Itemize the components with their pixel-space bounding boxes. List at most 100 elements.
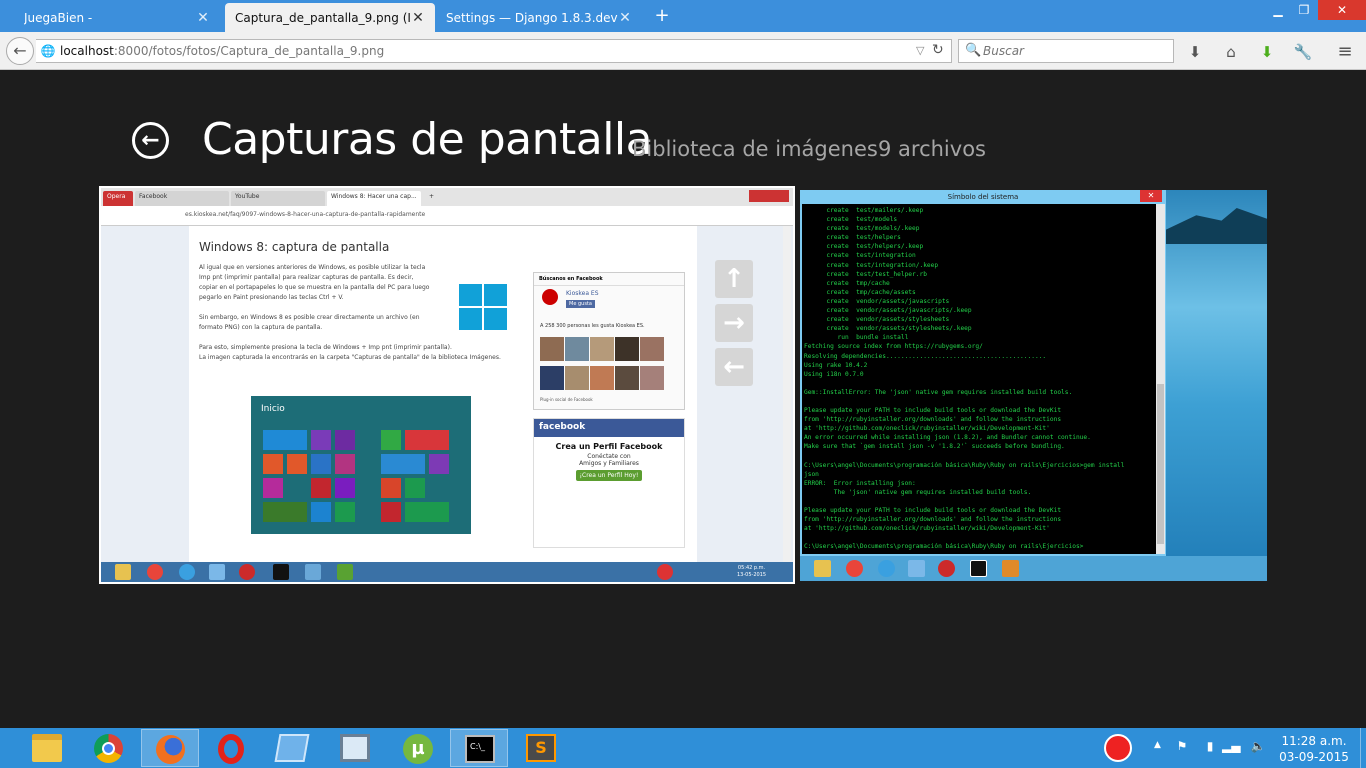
chrome-icon (846, 560, 863, 577)
firefox-icon (156, 735, 185, 764)
ie-icon (179, 564, 195, 580)
clock-date: 03-09-2015 (1279, 750, 1349, 764)
terminal-line: create test/test_helper.rb (804, 270, 927, 278)
navigation-bar: ← 🌐 localhost:8000/fotos/fotos/Captura_d… (0, 32, 1366, 70)
taskbar-file-explorer[interactable] (18, 729, 76, 767)
arrow-up-icon: ↑ (715, 260, 753, 298)
show-desktop-button[interactable] (1360, 728, 1366, 768)
fb-ad-button: ¡Crea un Perfil Hoy! (576, 470, 642, 481)
terminal-line: create tmp/cache (804, 279, 890, 287)
new-tab-button[interactable]: + (652, 5, 672, 27)
maximize-button[interactable]: ❐ (1294, 0, 1314, 20)
taskbar-remote-desktop[interactable] (263, 729, 321, 767)
cmd-icon (273, 564, 289, 580)
terminal-line: ERROR: Error installing json: (804, 479, 916, 487)
url-path: :8000/fotos/fotos/Captura_de_pantalla_9.… (113, 44, 385, 58)
terminal-line: create vendor/assets/javascripts/.keep (804, 307, 972, 315)
back-button[interactable]: ← (6, 37, 34, 65)
signal-icon[interactable]: ▂▄ (1222, 739, 1240, 757)
screenshot-thumbnail-2[interactable]: Símbolo del sistema ✕ create test/mailer… (800, 190, 1267, 581)
terminal-line: from 'http://rubyinstaller.org/downloads… (804, 416, 1062, 424)
fb-like-count: A 258 300 personas les gusta Kioskea ES. (540, 323, 645, 329)
article-text: Sin embargo, en Windows 8 es posible cre… (199, 314, 420, 321)
terminal-line: create vendor/assets/stylesheets (804, 316, 950, 324)
tab-settings[interactable]: Settings — Django 1.8.3.dev20... ✕ (436, 3, 642, 32)
tray-app-button[interactable] (1090, 729, 1148, 767)
page-back-button[interactable]: ← (132, 122, 169, 159)
mini-clock-time: 05:42 p.m. (737, 565, 766, 571)
close-tab-icon[interactable]: ✕ (196, 10, 210, 26)
tab-captura[interactable]: Captura_de_pantalla_9.png (I... ✕ (225, 3, 435, 32)
taskbar-chrome[interactable] (79, 729, 137, 767)
search-bar[interactable]: 🔍 (958, 39, 1174, 63)
start-label: Inicio (261, 404, 285, 414)
mini-tab: Windows 8: Hacer una cap... (327, 191, 421, 206)
terminal-line: C:\Users\angel\Documents\programación bá… (804, 543, 1084, 551)
fb-ad-subtitle: Amigos y Familiares (579, 460, 639, 467)
cmd-icon (970, 560, 987, 577)
url-text[interactable]: localhost:8000/fotos/fotos/Captura_de_pa… (60, 44, 384, 58)
globe-icon: 🌐 (40, 44, 56, 58)
download-icon[interactable]: ⬇ (1184, 41, 1206, 63)
terminal-line: Make sure that `gem install json -v '1.8… (804, 443, 1065, 451)
screenshot-thumbnail-1[interactable]: Opera Facebook YouTube Windows 8: Hacer … (99, 186, 795, 584)
article-text: Al igual que en versiones anteriores de … (199, 264, 426, 271)
terminal-line: Using rake 10.4.2 (804, 361, 868, 369)
green-download-icon[interactable]: ⬇ (1256, 41, 1278, 63)
close-icon: ✕ (1140, 190, 1162, 202)
mini-tab: Facebook (135, 191, 229, 206)
library-name: Biblioteca de imágenes (632, 137, 878, 161)
clock-time: 11:28 a.m. (1281, 734, 1347, 748)
terminal-line: An error occurred while installing json … (804, 434, 1091, 442)
terminal-line: create test/models/.keep (804, 225, 920, 233)
taskbar-opera[interactable] (202, 729, 260, 767)
mini-tab: + (429, 193, 435, 200)
terminal-line: create test/helpers (804, 234, 901, 242)
folder-icon (115, 564, 131, 580)
close-window-button[interactable]: ✕ (1318, 0, 1366, 20)
taskbar-sublime-text[interactable]: S (512, 729, 570, 767)
article-text: copiar en el portapapeles lo que se mues… (199, 284, 430, 291)
mini-clock: 05:42 p.m. 13-05-2015 (737, 565, 766, 579)
show-hidden-icons-icon[interactable]: ▲ (1154, 740, 1161, 750)
system-clock[interactable]: 11:28 a.m. 03-09-2015 (1274, 733, 1354, 765)
wrench-icon[interactable]: 🔧 (1292, 41, 1314, 63)
opera-icon (239, 564, 255, 580)
fb-like-button: Me gusta (566, 300, 595, 308)
search-input[interactable] (983, 42, 1169, 60)
history-dropdown-icon[interactable]: ▽ (916, 44, 924, 57)
fb-ad-subtitle: Conéctate con (587, 453, 631, 460)
article-heading: Windows 8: captura de pantalla (199, 240, 390, 254)
taskbar-utorrent[interactable]: µ (388, 729, 446, 767)
terminal-line: Please update your PATH to include build… (804, 507, 1062, 515)
windows-taskbar: µ C:\_ S ▲ ⚑ ▮ ▂▄ 🔈 11:28 a.m. 03-09-201… (0, 728, 1366, 768)
terminal-line: at 'http://github.com/oneclick/rubyinsta… (804, 525, 1050, 533)
terminal-line: Resolving dependencies..................… (804, 352, 1047, 360)
menu-icon[interactable]: ≡ (1334, 41, 1356, 63)
tab-label: Settings — Django 1.8.3.dev20... (446, 10, 618, 25)
taskbar-command-prompt[interactable]: C:\_ (450, 729, 508, 767)
article-text: Para esto, simplemente presiona la tecla… (199, 344, 452, 351)
close-tab-icon[interactable]: ✕ (618, 10, 632, 26)
taskbar-firefox[interactable] (141, 729, 199, 767)
minimize-button[interactable]: ▁ (1262, 0, 1294, 20)
tab-juegabien[interactable]: JuegaBien - ✕ (14, 3, 220, 32)
mini-url: es.kioskea.net/faq/9097-windows-8-hacer-… (185, 211, 426, 218)
arrow-left-icon: ← (13, 41, 27, 60)
home-icon[interactable]: ⌂ (1220, 41, 1242, 63)
close-tab-icon[interactable]: ✕ (411, 10, 425, 26)
taskbar-network[interactable] (326, 729, 384, 767)
action-center-icon[interactable]: ⚑ (1174, 739, 1190, 757)
reload-icon[interactable]: ↻ (932, 42, 944, 58)
article-text: formato PNG) con la captura de pantalla. (199, 324, 323, 331)
mini-tab: YouTube (231, 191, 325, 206)
article-text: La imagen capturada la encontrarás en la… (199, 354, 501, 361)
terminal-line: C:\Users\angel\Documents\programación bá… (804, 461, 1125, 469)
wallpaper-image (1166, 190, 1267, 581)
mini-tab-bar: Opera Facebook YouTube Windows 8: Hacer … (101, 188, 793, 206)
volume-icon[interactable]: 🔈 (1250, 739, 1266, 757)
mini-taskbar: 05:42 p.m. 13-05-2015 (101, 562, 793, 582)
battery-icon[interactable]: ▮ (1202, 739, 1218, 757)
address-bar[interactable]: 🌐 localhost:8000/fotos/fotos/Captura_de_… (36, 39, 952, 63)
